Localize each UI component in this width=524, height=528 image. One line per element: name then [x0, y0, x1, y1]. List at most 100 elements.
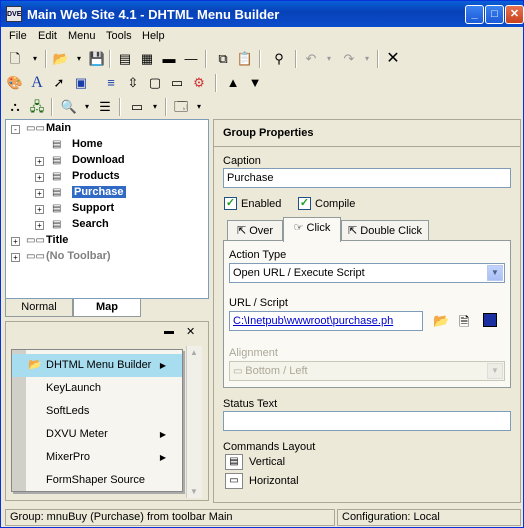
tree-item-title[interactable]: ▭▭Title [26, 233, 68, 248]
font-icon[interactable]: A [27, 73, 47, 93]
publish-icon[interactable]: 🖧 [27, 97, 47, 117]
open-icon[interactable]: 📂 [51, 49, 71, 69]
horizontal-layout-icon[interactable]: ▭ [225, 473, 243, 489]
folder-icon: 📂 [28, 359, 42, 371]
scroll-up-icon[interactable]: ▲ [190, 348, 198, 357]
redo-dropdown-icon[interactable]: ▾ [357, 49, 377, 69]
collapse-main-icon[interactable]: - [11, 125, 20, 134]
separator [259, 50, 261, 68]
dock-icon[interactable]: ▬ [164, 326, 174, 337]
tab-map[interactable]: Map [73, 299, 141, 317]
spacing-icon[interactable]: ⇳ [123, 73, 143, 93]
tree-item-home[interactable]: ▤ Home [52, 137, 103, 152]
cursor-icon[interactable]: ➚ [49, 73, 69, 93]
tab-normal[interactable]: Normal [5, 299, 73, 317]
maximize-button[interactable]: □ [485, 5, 504, 24]
add-line-icon[interactable]: — [181, 49, 201, 69]
find-icon[interactable]: ⚲ [269, 49, 289, 69]
menu-tools[interactable]: Tools [106, 30, 132, 42]
add-group-icon[interactable]: ▤ [115, 49, 135, 69]
preview-menu-item[interactable]: SoftLeds [12, 400, 182, 423]
url-field[interactable]: C:\Inetpub\wwwroot\purchase.ph [229, 311, 423, 331]
color-icon[interactable]: 🎨 [5, 73, 25, 93]
open-file-icon[interactable]: 📂 [433, 313, 449, 329]
open-dropdown-icon[interactable]: ▾ [69, 49, 89, 69]
group-properties-header: Group Properties [213, 119, 521, 147]
close-button[interactable]: ✕ [505, 5, 524, 24]
bar-icon[interactable]: ▭ [167, 73, 187, 93]
tree-item-purchase[interactable]: ▤ Purchase [52, 185, 126, 200]
undo-dropdown-icon[interactable]: ▾ [319, 49, 339, 69]
preview-scrollbar[interactable]: ▲ ▼ [186, 346, 202, 498]
hierarchy-icon[interactable]: ⛬ [5, 97, 25, 117]
undo-icon[interactable]: ↶ [301, 49, 321, 69]
properties-dropdown-icon[interactable]: ▾ [189, 97, 209, 117]
horizontal-label[interactable]: Horizontal [249, 475, 299, 487]
preview-icon[interactable]: 🔍 [59, 97, 79, 117]
new-icon[interactable]: 🗋 [5, 49, 25, 69]
action-type-select[interactable]: Open URL / Execute Script ▼ [229, 263, 505, 283]
preview-menu-item[interactable]: KeyLaunch [12, 377, 182, 400]
menu-menu[interactable]: Menu [68, 30, 96, 42]
toolbar-icon[interactable]: ▭ [127, 97, 147, 117]
project-icon[interactable]: ☰ [95, 97, 115, 117]
move-up-icon[interactable]: ▲ [223, 73, 243, 93]
new-dropdown-icon[interactable]: ▾ [25, 49, 45, 69]
expand-title-icon[interactable]: + [11, 237, 20, 246]
menu-file[interactable]: File [9, 30, 27, 42]
preview-menu-item[interactable]: MixerPro ▶ [12, 446, 182, 469]
toolbar-dropdown-icon[interactable]: ▾ [145, 97, 165, 117]
chevron-down-icon[interactable]: ▼ [487, 363, 503, 379]
target-frame-icon[interactable] [483, 313, 497, 327]
enabled-checkbox[interactable]: ✓ [224, 197, 237, 210]
compile-checkbox[interactable]: ✓ [298, 197, 311, 210]
title-bar: DVE Main Web Site 4.1 - DHTML Menu Build… [1, 1, 524, 27]
copy-icon[interactable]: ⧉ [213, 49, 233, 69]
menu-help[interactable]: Help [142, 30, 165, 42]
browse-icon[interactable]: 🗎 [459, 313, 469, 335]
add-separator-icon[interactable]: ▬ [159, 49, 179, 69]
effects-icon[interactable]: ⚙ [189, 73, 209, 93]
save-icon[interactable]: 💾 [87, 49, 107, 69]
tree-item-main[interactable]: ▭▭Main [26, 121, 71, 136]
alignment-select[interactable]: ▭ Bottom / Left ▼ [229, 361, 505, 381]
status-text-field[interactable] [223, 411, 511, 431]
properties-icon[interactable]: 🗔 [171, 97, 191, 117]
expand-support-icon[interactable]: + [35, 205, 44, 214]
app-icon[interactable]: DVE [6, 6, 22, 22]
menu-edit[interactable]: Edit [38, 30, 57, 42]
preview-dropdown-icon[interactable]: ▾ [77, 97, 97, 117]
tree-item-products[interactable]: ▤ Products [52, 169, 120, 184]
tab-double-click[interactable]: ⇱ Double Click [341, 220, 429, 242]
tree-item-download[interactable]: ▤ Download [52, 153, 125, 168]
tree-item-no-toolbar[interactable]: ▭▭(No Toolbar) [26, 249, 111, 264]
expand-no-toolbar-icon[interactable]: + [11, 253, 20, 262]
chevron-down-icon[interactable]: ▼ [487, 265, 503, 281]
tab-over[interactable]: ⇱ Over [227, 220, 283, 242]
preview-menu-item[interactable]: 📂 DHTML Menu Builder ▶ [12, 354, 182, 377]
toolbar-standard: 🗋 ▾ 📂 ▾ 💾 ▤ ▦ ▬ — ⧉ 📋 ⚲ ↶ ▾ ↷ ▾ ✕ [3, 47, 521, 71]
vertical-layout-icon[interactable]: ▤ [225, 454, 243, 470]
move-down-icon[interactable]: ▼ [245, 73, 265, 93]
tree-item-support[interactable]: ▤ Support [52, 201, 114, 216]
align-icon[interactable]: ≡ [101, 73, 121, 93]
delete-icon[interactable]: ✕ [383, 49, 403, 69]
preview-menu-item[interactable]: DXVU Meter ▶ [12, 423, 182, 446]
close-panel-icon[interactable]: ✕ [186, 325, 195, 338]
caption-field[interactable]: Purchase [223, 168, 511, 188]
expand-products-icon[interactable]: + [35, 173, 44, 182]
redo-icon[interactable]: ↷ [339, 49, 359, 69]
vertical-label[interactable]: Vertical [249, 456, 285, 468]
scroll-down-icon[interactable]: ▼ [190, 487, 198, 496]
paste-icon[interactable]: 📋 [235, 49, 255, 69]
tree-item-search[interactable]: ▤ Search [52, 217, 109, 232]
preview-menu-item[interactable]: FormShaper Source [12, 469, 182, 492]
minimize-button[interactable]: _ [465, 5, 484, 24]
expand-download-icon[interactable]: + [35, 157, 44, 166]
add-command-icon[interactable]: ▦ [137, 49, 157, 69]
border-icon[interactable]: ▢ [145, 73, 165, 93]
expand-purchase-icon[interactable]: + [35, 189, 44, 198]
image-icon[interactable]: ▣ [71, 73, 91, 93]
tab-click[interactable]: ☞ Click [283, 217, 341, 242]
expand-search-icon[interactable]: + [35, 221, 44, 230]
